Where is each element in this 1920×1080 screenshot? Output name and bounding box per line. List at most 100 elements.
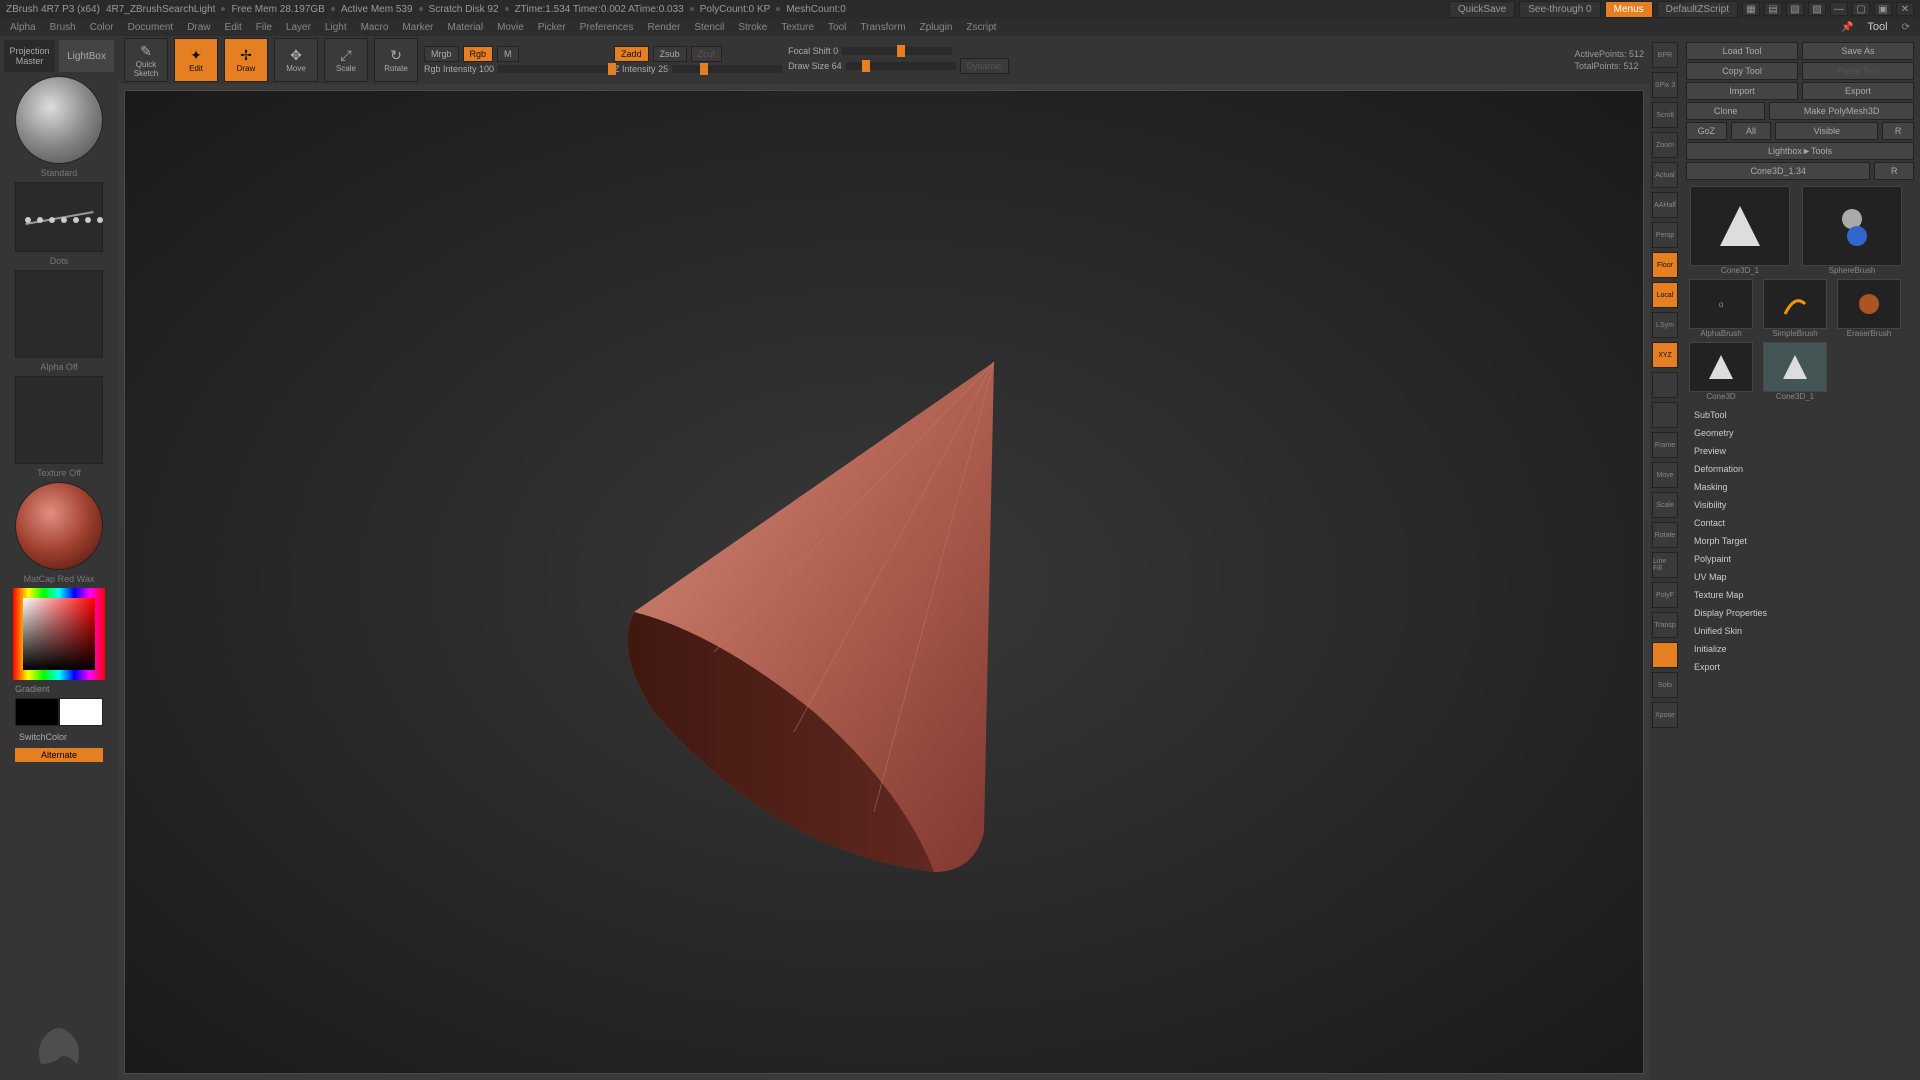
- z-intensity-slider[interactable]: [672, 65, 782, 73]
- alpha-selector[interactable]: [15, 270, 103, 358]
- menu-document[interactable]: Document: [128, 22, 174, 33]
- xpose-button[interactable]: Xpose: [1652, 702, 1678, 728]
- dynamic-button[interactable]: Dynamic: [960, 58, 1009, 74]
- goz-r-button[interactable]: R: [1882, 122, 1914, 140]
- layout2-icon[interactable]: ▤: [1764, 2, 1782, 16]
- menu-stencil[interactable]: Stencil: [694, 22, 724, 33]
- menu-texture[interactable]: Texture: [781, 22, 814, 33]
- mrgb-button[interactable]: Mrgb: [424, 46, 459, 62]
- tool-item[interactable]: EraserBrush: [1834, 279, 1904, 338]
- section-texturemap[interactable]: Texture Map: [1686, 587, 1914, 603]
- viewport[interactable]: [124, 90, 1644, 1074]
- section-export[interactable]: Export: [1686, 659, 1914, 675]
- menu-alpha[interactable]: Alpha: [10, 22, 36, 33]
- export-button[interactable]: Export: [1802, 82, 1914, 100]
- axis2-button[interactable]: [1652, 402, 1678, 428]
- menus-button[interactable]: Menus: [1605, 1, 1653, 18]
- quicksave-button[interactable]: QuickSave: [1449, 1, 1515, 18]
- menu-picker[interactable]: Picker: [538, 22, 566, 33]
- section-preview[interactable]: Preview: [1686, 443, 1914, 459]
- import-button[interactable]: Import: [1686, 82, 1798, 100]
- color-picker[interactable]: [13, 588, 105, 680]
- gradient-toggle[interactable]: Gradient: [15, 684, 103, 694]
- menu-light[interactable]: Light: [325, 22, 347, 33]
- texture-selector[interactable]: [15, 376, 103, 464]
- menu-tool[interactable]: Tool: [828, 22, 846, 33]
- load-tool-button[interactable]: Load Tool: [1686, 42, 1798, 60]
- zoom-button[interactable]: Zoom: [1652, 132, 1678, 158]
- zcut-button[interactable]: Zcut: [691, 46, 723, 62]
- section-morph[interactable]: Morph Target: [1686, 533, 1914, 549]
- current-tool-name[interactable]: Cone3D_1.34: [1686, 162, 1870, 180]
- local-button[interactable]: Local: [1652, 282, 1678, 308]
- floor-button[interactable]: Floor: [1652, 252, 1678, 278]
- menu-movie[interactable]: Movie: [497, 22, 524, 33]
- polyf-button[interactable]: PolyF: [1652, 582, 1678, 608]
- ghost-button[interactable]: [1652, 642, 1678, 668]
- section-deformation[interactable]: Deformation: [1686, 461, 1914, 477]
- section-display[interactable]: Display Properties: [1686, 605, 1914, 621]
- alternate-button[interactable]: Alternate: [15, 748, 103, 762]
- menu-material[interactable]: Material: [448, 22, 484, 33]
- zsub-button[interactable]: Zsub: [653, 46, 687, 62]
- script-button[interactable]: DefaultZScript: [1657, 1, 1738, 18]
- actual-button[interactable]: Actual: [1652, 162, 1678, 188]
- section-initialize[interactable]: Initialize: [1686, 641, 1914, 657]
- lightbox-tools-button[interactable]: Lightbox►Tools: [1686, 142, 1914, 160]
- axis1-button[interactable]: [1652, 372, 1678, 398]
- menu-marker[interactable]: Marker: [402, 22, 433, 33]
- brush-selector[interactable]: [15, 76, 103, 164]
- menu-color[interactable]: Color: [90, 22, 114, 33]
- layout-icon[interactable]: ▦: [1742, 2, 1760, 16]
- goz-visible-button[interactable]: Visible: [1775, 122, 1878, 140]
- polymesh-button[interactable]: Make PolyMesh3D: [1769, 102, 1914, 120]
- goz-all-button[interactable]: All: [1731, 122, 1772, 140]
- section-contact[interactable]: Contact: [1686, 515, 1914, 531]
- layout4-icon[interactable]: ▨: [1808, 2, 1826, 16]
- maximize-icon[interactable]: ▢: [1852, 2, 1870, 16]
- menu-edit[interactable]: Edit: [225, 22, 242, 33]
- menu-draw[interactable]: Draw: [187, 22, 210, 33]
- menu-preferences[interactable]: Preferences: [580, 22, 634, 33]
- material-selector[interactable]: [15, 482, 103, 570]
- lsym-button[interactable]: LSym: [1652, 312, 1678, 338]
- tool-item[interactable]: SimpleBrush: [1760, 279, 1830, 338]
- minimize-icon[interactable]: —: [1830, 2, 1848, 16]
- rotate-mode-button[interactable]: ↻Rotate: [374, 38, 418, 82]
- menu-brush[interactable]: Brush: [50, 22, 76, 33]
- menu-stroke[interactable]: Stroke: [738, 22, 767, 33]
- zadd-button[interactable]: Zadd: [614, 46, 649, 62]
- m-button[interactable]: M: [497, 46, 519, 62]
- tool-item[interactable]: Cone3D_1: [1686, 186, 1794, 275]
- transp-button[interactable]: Transp: [1652, 612, 1678, 638]
- section-polypaint[interactable]: Polypaint: [1686, 551, 1914, 567]
- save-as-button[interactable]: Save As: [1802, 42, 1914, 60]
- tool-item[interactable]: SphereBrush: [1798, 186, 1906, 275]
- primary-color-swatch[interactable]: [59, 698, 103, 726]
- draw-mode-button[interactable]: ✢Draw: [224, 38, 268, 82]
- rgb-button[interactable]: Rgb: [463, 46, 494, 62]
- xyz-button[interactable]: XYZ: [1652, 342, 1678, 368]
- lightbox-button[interactable]: LightBox: [59, 40, 114, 72]
- spix-button[interactable]: SPix 3: [1652, 72, 1678, 98]
- copy-tool-button[interactable]: Copy Tool: [1686, 62, 1798, 80]
- edit-mode-button[interactable]: ✦Edit: [174, 38, 218, 82]
- quick-sketch-button[interactable]: ✎Quick Sketch: [124, 38, 168, 82]
- section-subtool[interactable]: SubTool: [1686, 407, 1914, 423]
- projection-master-button[interactable]: Projection Master: [4, 40, 55, 72]
- move-mode-button[interactable]: ✥Move: [274, 38, 318, 82]
- clone-button[interactable]: Clone: [1686, 102, 1765, 120]
- scroll-button[interactable]: Scroll: [1652, 102, 1678, 128]
- section-masking[interactable]: Masking: [1686, 479, 1914, 495]
- section-geometry[interactable]: Geometry: [1686, 425, 1914, 441]
- seethrough-slider[interactable]: See-through 0: [1519, 1, 1600, 18]
- draw-size-slider[interactable]: [846, 62, 956, 70]
- menu-zplugin[interactable]: Zplugin: [920, 22, 953, 33]
- stroke-selector[interactable]: [15, 182, 103, 252]
- section-visibility[interactable]: Visibility: [1686, 497, 1914, 513]
- rotate-nav-button[interactable]: Rotate: [1652, 522, 1678, 548]
- linefill-button[interactable]: Line Fill: [1652, 552, 1678, 578]
- goz-button[interactable]: GoZ: [1686, 122, 1727, 140]
- section-uvmap[interactable]: UV Map: [1686, 569, 1914, 585]
- persp-button[interactable]: Persp: [1652, 222, 1678, 248]
